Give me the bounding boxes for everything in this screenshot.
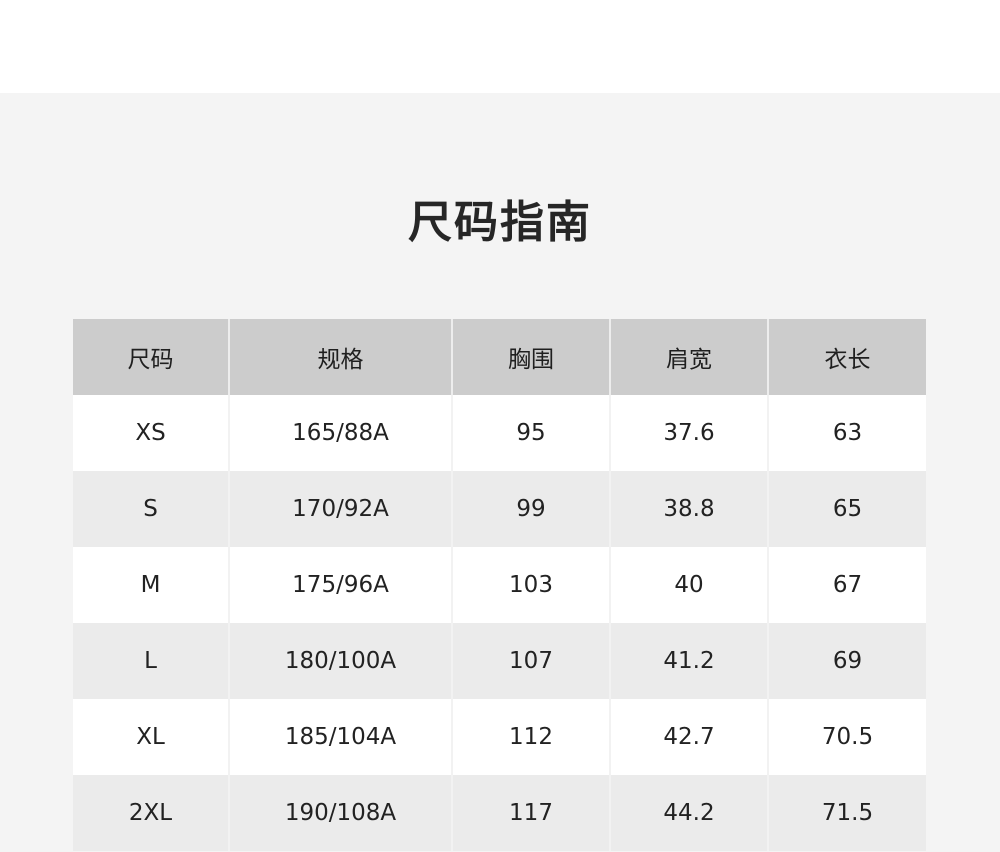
cell-chest: 117 <box>452 775 611 851</box>
cell-spec: 180/100A <box>229 623 453 699</box>
cell-spec: 185/104A <box>229 699 453 775</box>
header-size: 尺码 <box>73 319 230 395</box>
table-row: XS 165/88A 95 37.6 63 <box>73 395 926 471</box>
cell-size: XL <box>73 699 230 775</box>
cell-chest: 103 <box>452 547 611 623</box>
cell-chest: 107 <box>452 623 611 699</box>
cell-spec: 190/108A <box>229 775 453 851</box>
size-guide-panel: 尺码指南 尺码 规格 胸围 肩宽 衣长 XS 165/88A 95 37.6 6… <box>0 93 1000 852</box>
cell-shoulder: 40 <box>610 547 769 623</box>
cell-chest: 112 <box>452 699 611 775</box>
cell-length: 70.5 <box>768 699 926 775</box>
header-length: 衣长 <box>768 319 926 395</box>
size-table: 尺码 规格 胸围 肩宽 衣长 XS 165/88A 95 37.6 63 S 1… <box>73 319 926 851</box>
table-row: XL 185/104A 112 42.7 70.5 <box>73 699 926 775</box>
cell-length: 69 <box>768 623 926 699</box>
cell-shoulder: 42.7 <box>610 699 769 775</box>
cell-length: 67 <box>768 547 926 623</box>
cell-shoulder: 37.6 <box>610 395 769 471</box>
header-shoulder: 肩宽 <box>610 319 769 395</box>
cell-size: M <box>73 547 230 623</box>
table-row: S 170/92A 99 38.8 65 <box>73 471 926 547</box>
cell-size: S <box>73 471 230 547</box>
cell-shoulder: 38.8 <box>610 471 769 547</box>
table-row: 2XL 190/108A 117 44.2 71.5 <box>73 775 926 851</box>
table-header-row: 尺码 规格 胸围 肩宽 衣长 <box>73 319 926 395</box>
cell-length: 65 <box>768 471 926 547</box>
cell-chest: 99 <box>452 471 611 547</box>
cell-size: 2XL <box>73 775 230 851</box>
cell-spec: 170/92A <box>229 471 453 547</box>
top-blank-band <box>0 0 1000 93</box>
header-chest: 胸围 <box>452 319 611 395</box>
cell-shoulder: 41.2 <box>610 623 769 699</box>
page-title: 尺码指南 <box>408 197 592 248</box>
cell-length: 71.5 <box>768 775 926 851</box>
cell-spec: 165/88A <box>229 395 453 471</box>
cell-spec: 175/96A <box>229 547 453 623</box>
cell-length: 63 <box>768 395 926 471</box>
cell-shoulder: 44.2 <box>610 775 769 851</box>
cell-size: XS <box>73 395 230 471</box>
table-row: M 175/96A 103 40 67 <box>73 547 926 623</box>
table-row: L 180/100A 107 41.2 69 <box>73 623 926 699</box>
cell-chest: 95 <box>452 395 611 471</box>
cell-size: L <box>73 623 230 699</box>
header-spec: 规格 <box>229 319 453 395</box>
